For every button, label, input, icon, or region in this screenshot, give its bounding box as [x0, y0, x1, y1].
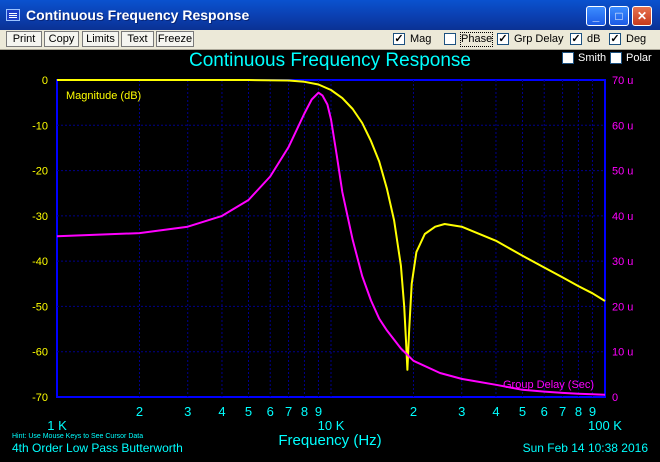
x-tick-label-minor: 6	[267, 404, 274, 419]
y-tick-label-right: 40 u	[612, 211, 633, 223]
y-tick-label-left: -50	[32, 301, 48, 313]
x-tick-label-minor: 7	[559, 404, 566, 419]
y-tick-label-left: -40	[32, 256, 48, 268]
y-tick-label-right: 70 u	[612, 75, 633, 87]
y-tick-label-right: 0	[612, 392, 618, 404]
y-tick-label-left: -60	[32, 347, 48, 359]
frequency-response-chart[interactable]: 0-10-20-30-40-50-60-7070 u60 u50 u40 u30…	[0, 0, 660, 462]
x-tick-label-minor: 8	[575, 404, 582, 419]
x-tick-label-minor: 5	[245, 404, 252, 419]
y-tick-label-left: 0	[42, 75, 48, 87]
y-tick-label-left: -70	[32, 392, 48, 404]
x-tick-label-minor: 2	[136, 404, 143, 419]
y-tick-label-right: 50 u	[612, 166, 633, 178]
hint-text: Hint: Use Mouse Keys to See Cursor Data	[12, 433, 144, 440]
x-tick-label-minor: 3	[458, 404, 465, 419]
y-tick-label-right: 10 u	[612, 347, 633, 359]
y-tick-label-left: -30	[32, 211, 48, 223]
x-tick-label-major: 1 K	[47, 418, 67, 433]
x-tick-label-minor: 6	[541, 404, 548, 419]
x-tick-label-minor: 2	[410, 404, 417, 419]
x-tick-label-minor: 4	[492, 404, 499, 419]
filter-description: 4th Order Low Pass Butterworth	[12, 441, 183, 455]
y-tick-label-left: -10	[32, 120, 48, 132]
x-tick-label-minor: 5	[519, 404, 526, 419]
y-tick-label-left: -20	[32, 166, 48, 178]
x-tick-label-minor: 3	[184, 404, 191, 419]
x-tick-label-minor: 4	[218, 404, 225, 419]
group-delay-legend-label: Group Delay (Sec)	[503, 379, 594, 391]
x-tick-label-minor: 9	[315, 404, 322, 419]
y-tick-label-right: 20 u	[612, 301, 633, 313]
y-tick-label-right: 60 u	[612, 120, 633, 132]
x-tick-label-minor: 7	[285, 404, 292, 419]
magnitude-legend-label: Magnitude (dB)	[66, 90, 141, 102]
x-tick-label-minor: 8	[301, 404, 308, 419]
x-tick-label-major: 100 K	[588, 418, 622, 433]
timestamp: Sun Feb 14 10:38 2016	[522, 441, 648, 455]
x-tick-label-major: 10 K	[318, 418, 345, 433]
x-tick-label-minor: 9	[589, 404, 596, 419]
y-tick-label-right: 30 u	[612, 256, 633, 268]
application-window: Continuous Frequency Response _ □ ✕ Prin…	[0, 0, 660, 462]
